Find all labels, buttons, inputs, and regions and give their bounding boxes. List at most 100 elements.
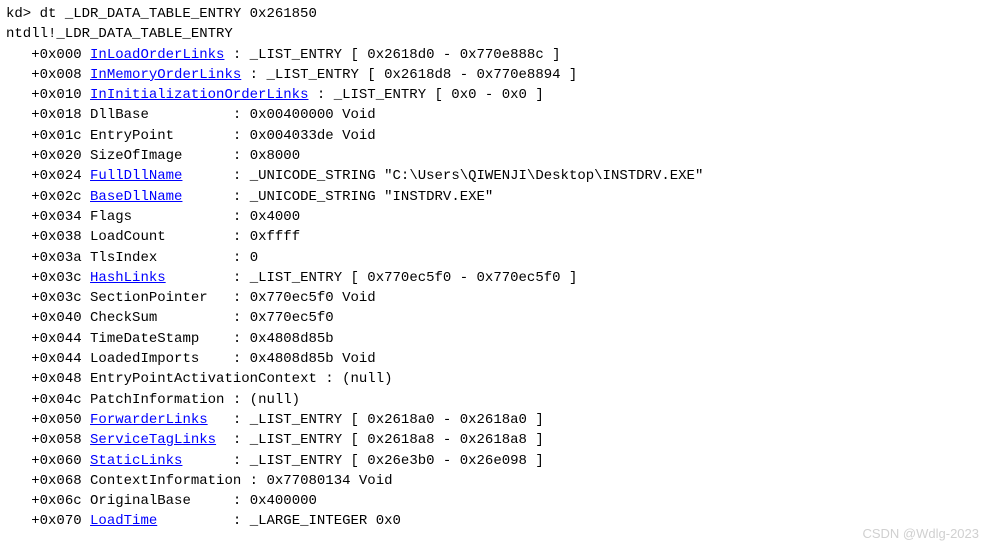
field-name: Flags [90,209,132,225]
field-name[interactable]: HashLinks [90,270,166,286]
struct-field-row: +0x044 TimeDateStamp : 0x4808d85b [6,329,985,349]
field-value: 0x4808d85b [250,331,334,347]
field-offset: +0x04c [31,392,90,408]
field-offset: +0x050 [31,412,90,428]
indent [6,128,31,144]
struct-field-row: +0x03c HashLinks : _LIST_ENTRY [ 0x770ec… [6,268,985,288]
pad [132,209,233,225]
separator: : [233,432,250,448]
pad [166,229,233,245]
field-offset: +0x03c [31,290,90,306]
indent [6,270,31,286]
field-name[interactable]: StaticLinks [90,453,182,469]
field-value: _LIST_ENTRY [ 0x26e3b0 - 0x26e098 ] [250,453,544,469]
field-value: _LIST_ENTRY [ 0x2618a8 - 0x2618a8 ] [250,432,544,448]
struct-field-row: +0x050 ForwarderLinks : _LIST_ENTRY [ 0x… [6,410,985,430]
field-offset: +0x018 [31,107,90,123]
field-offset: +0x040 [31,310,90,326]
field-offset: +0x01c [31,128,90,144]
separator: : [250,67,267,83]
struct-field-row: +0x03c SectionPointer : 0x770ec5f0 Void [6,288,985,308]
field-value: (null) [342,371,392,387]
separator: : [233,168,250,184]
separator: : [233,229,250,245]
prompt: kd> [6,6,40,22]
separator: : [233,351,250,367]
field-offset: +0x02c [31,189,90,205]
field-name[interactable]: FullDllName [90,168,182,184]
field-offset: +0x060 [31,453,90,469]
separator: : [233,189,250,205]
pad [308,87,316,103]
pad [182,189,232,205]
field-name[interactable]: InInitializationOrderLinks [90,87,308,103]
field-name: PatchInformation [90,392,224,408]
field-name[interactable]: ForwarderLinks [90,412,208,428]
pad [182,148,232,164]
field-value: 0x4808d85b Void [250,351,376,367]
separator: : [233,513,250,529]
field-offset: +0x03c [31,270,90,286]
struct-field-row: +0x048 EntryPointActivationContext : (nu… [6,369,985,389]
field-value: _LIST_ENTRY [ 0x2618d8 - 0x770e8894 ] [266,67,577,83]
field-offset: +0x024 [31,168,90,184]
struct-field-row: +0x038 LoadCount : 0xffff [6,227,985,247]
pad [149,107,233,123]
pad [208,290,233,306]
field-name[interactable]: LoadTime [90,513,157,529]
field-name: DllBase [90,107,149,123]
field-name[interactable]: InMemoryOrderLinks [90,67,241,83]
separator: : [233,270,250,286]
field-value: 0 [250,250,258,266]
indent [6,513,31,529]
struct-field-row: +0x010 InInitializationOrderLinks : _LIS… [6,85,985,105]
field-name: LoadCount [90,229,166,245]
field-name: SectionPointer [90,290,208,306]
struct-field-row: +0x018 DllBase : 0x00400000 Void [6,105,985,125]
field-name: EntryPointActivationContext [90,371,317,387]
indent [6,148,31,164]
struct-field-row: +0x02c BaseDllName : _UNICODE_STRING "IN… [6,187,985,207]
field-offset: +0x048 [31,371,90,387]
struct-field-row: +0x000 InLoadOrderLinks : _LIST_ENTRY [ … [6,45,985,65]
field-name[interactable]: InLoadOrderLinks [90,47,224,63]
indent [6,453,31,469]
field-value: (null) [250,392,300,408]
field-offset: +0x070 [31,513,90,529]
field-name: OriginalBase [90,493,191,509]
indent [6,473,31,489]
field-value: 0x4000 [250,209,300,225]
struct-field-row: +0x034 Flags : 0x4000 [6,207,985,227]
field-name[interactable]: ServiceTagLinks [90,432,216,448]
pad [182,453,232,469]
field-name: TimeDateStamp [90,331,199,347]
pad [157,513,233,529]
field-value: 0x770ec5f0 [250,310,334,326]
field-name: LoadedImports [90,351,199,367]
indent [6,493,31,509]
indent [6,250,31,266]
separator: : [233,412,250,428]
indent [6,67,31,83]
pad [199,331,233,347]
separator: : [233,107,250,123]
separator: : [233,310,250,326]
separator: : [233,148,250,164]
field-name: EntryPoint [90,128,174,144]
field-offset: +0x044 [31,331,90,347]
struct-field-row: +0x060 StaticLinks : _LIST_ENTRY [ 0x26e… [6,451,985,471]
struct-field-row: +0x040 CheckSum : 0x770ec5f0 [6,308,985,328]
field-value: 0x00400000 Void [250,107,376,123]
indent [6,47,31,63]
field-value: _UNICODE_STRING "C:\Users\QIWENJI\Deskto… [250,168,704,184]
separator: : [233,453,250,469]
separator: : [233,392,250,408]
field-offset: +0x000 [31,47,90,63]
field-name[interactable]: BaseDllName [90,189,182,205]
field-value: _LIST_ENTRY [ 0x0 - 0x0 ] [334,87,544,103]
field-offset: +0x034 [31,209,90,225]
pad [157,250,233,266]
struct-field-row: +0x008 InMemoryOrderLinks : _LIST_ENTRY … [6,65,985,85]
separator: : [233,331,250,347]
separator: : [233,128,250,144]
